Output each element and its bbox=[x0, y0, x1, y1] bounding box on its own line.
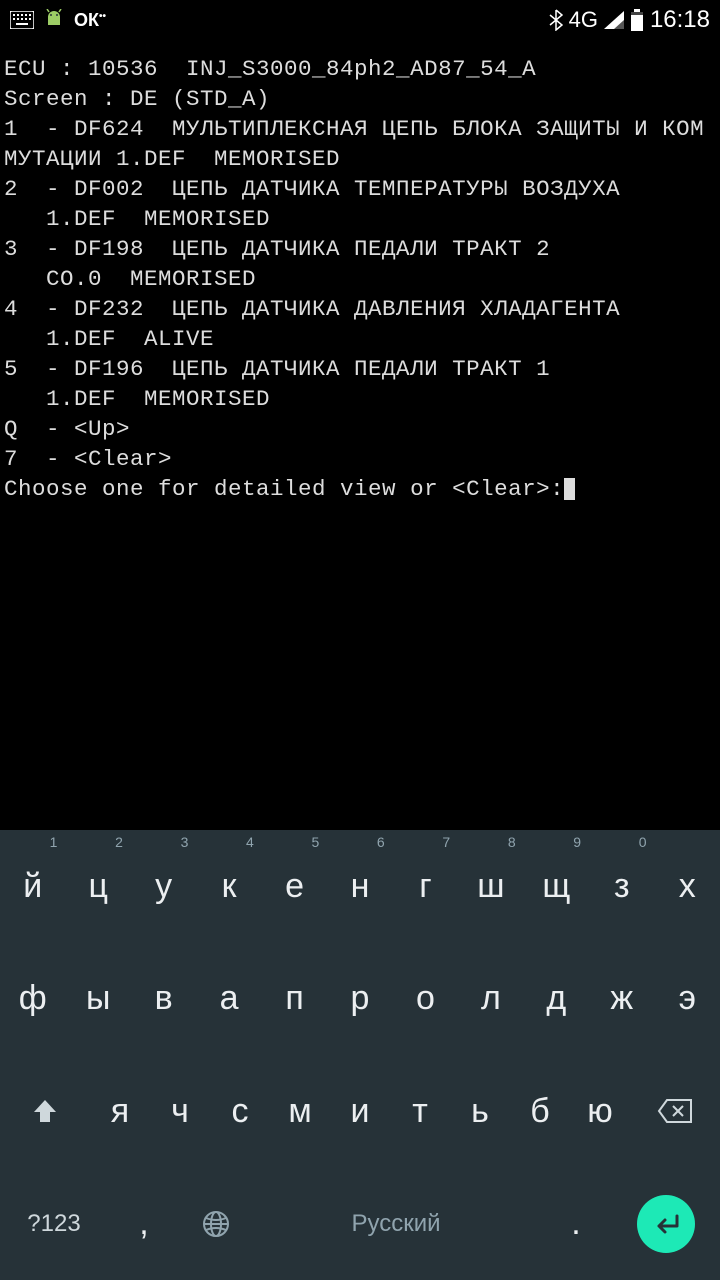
soft-keyboard: й1ц2у3к4е5н6г7ш8щ9з0х фывапролджэ ячсмит… bbox=[0, 830, 720, 1280]
spacebar-key[interactable]: Русский bbox=[252, 1168, 540, 1280]
key-ю[interactable]: ю bbox=[570, 1055, 630, 1168]
key-д[interactable]: д bbox=[524, 943, 589, 1056]
term-line: Q - <Up> bbox=[4, 416, 130, 442]
symbols-key[interactable]: ?123 bbox=[0, 1168, 108, 1280]
term-line: 2 - DF002 ЦЕПЬ ДАТЧИКА ТЕМПЕРАТУРЫ ВОЗДУ… bbox=[4, 176, 620, 202]
key-с[interactable]: с bbox=[210, 1055, 270, 1168]
status-right: 4G 16:18 bbox=[549, 6, 710, 34]
term-line: ECU : 10536 INJ_S3000_84ph2_AD87_54_A bbox=[4, 56, 536, 82]
term-line: Choose one for detailed view or <Clear>: bbox=[4, 476, 564, 502]
key-б[interactable]: б bbox=[510, 1055, 570, 1168]
term-line: 4 - DF232 ЦЕПЬ ДАТЧИКА ДАВЛЕНИЯ ХЛАДАГЕН… bbox=[4, 296, 620, 322]
key-ш[interactable]: ш8 bbox=[458, 830, 523, 943]
key-л[interactable]: л bbox=[458, 943, 523, 1056]
term-line: 7 - <Clear> bbox=[4, 446, 172, 472]
battery-icon bbox=[630, 9, 644, 31]
key-ь[interactable]: ь bbox=[450, 1055, 510, 1168]
term-line: 1 - DF624 МУЛЬТИПЛЕКСНАЯ ЦЕПЬ БЛОКА ЗАЩИ… bbox=[4, 116, 704, 172]
language-key[interactable] bbox=[180, 1168, 252, 1280]
status-bar: ОК•• 4G 16:18 bbox=[0, 0, 720, 40]
android-notif-icon bbox=[42, 9, 66, 31]
key-у[interactable]: у3 bbox=[131, 830, 196, 943]
key-й[interactable]: й1 bbox=[0, 830, 65, 943]
key-о[interactable]: о bbox=[393, 943, 458, 1056]
key-ы[interactable]: ы bbox=[65, 943, 130, 1056]
key-е[interactable]: е5 bbox=[262, 830, 327, 943]
key-к[interactable]: к4 bbox=[196, 830, 261, 943]
key-н[interactable]: н6 bbox=[327, 830, 392, 943]
term-line: 1.DEF MEMORISED bbox=[4, 386, 270, 412]
backspace-key[interactable] bbox=[630, 1055, 720, 1168]
comma-key[interactable]: , bbox=[108, 1168, 180, 1280]
keyboard-row-3: ячсмитьбю bbox=[0, 1055, 720, 1168]
key-я[interactable]: я bbox=[90, 1055, 150, 1168]
key-г[interactable]: г7 bbox=[393, 830, 458, 943]
term-line: 1.DEF MEMORISED bbox=[4, 206, 270, 232]
term-line: CO.0 MEMORISED bbox=[4, 266, 256, 292]
term-line: Screen : DE (STD_A) bbox=[4, 86, 270, 112]
shift-key[interactable] bbox=[0, 1055, 90, 1168]
status-left: ОК•• bbox=[10, 9, 106, 31]
key-щ[interactable]: щ9 bbox=[524, 830, 589, 943]
network-label: 4G bbox=[569, 7, 598, 33]
key-т[interactable]: т bbox=[390, 1055, 450, 1168]
clock: 16:18 bbox=[650, 6, 710, 34]
term-line: 1.DEF ALIVE bbox=[4, 326, 214, 352]
key-и[interactable]: и bbox=[330, 1055, 390, 1168]
term-line: 5 - DF196 ЦЕПЬ ДАТЧИКА ПЕДАЛИ ТРАКТ 1 bbox=[4, 356, 550, 382]
key-ч[interactable]: ч bbox=[150, 1055, 210, 1168]
terminal-cursor bbox=[564, 478, 575, 500]
key-ф[interactable]: ф bbox=[0, 943, 65, 1056]
keyboard-row-2: фывапролджэ bbox=[0, 943, 720, 1056]
keyboard-row-1: й1ц2у3к4е5н6г7ш8щ9з0х bbox=[0, 830, 720, 943]
key-а[interactable]: а bbox=[196, 943, 261, 1056]
period-key[interactable]: . bbox=[540, 1168, 612, 1280]
key-х[interactable]: х bbox=[655, 830, 720, 943]
key-э[interactable]: э bbox=[655, 943, 720, 1056]
key-ж[interactable]: ж bbox=[589, 943, 654, 1056]
key-п[interactable]: п bbox=[262, 943, 327, 1056]
term-line: 3 - DF198 ЦЕПЬ ДАТЧИКА ПЕДАЛИ ТРАКТ 2 bbox=[4, 236, 550, 262]
bluetooth-icon bbox=[549, 9, 563, 31]
key-р[interactable]: р bbox=[327, 943, 392, 1056]
key-з[interactable]: з0 bbox=[589, 830, 654, 943]
keyboard-row-4: ?123 , Русский . bbox=[0, 1168, 720, 1280]
key-ц[interactable]: ц2 bbox=[65, 830, 130, 943]
keyboard-notif-icon bbox=[10, 11, 34, 29]
key-м[interactable]: м bbox=[270, 1055, 330, 1168]
key-в[interactable]: в bbox=[131, 943, 196, 1056]
signal-icon bbox=[604, 11, 624, 29]
terminal-output[interactable]: ECU : 10536 INJ_S3000_84ph2_AD87_54_A Sc… bbox=[0, 40, 720, 830]
enter-key[interactable] bbox=[612, 1168, 720, 1280]
ok-notif-icon: ОК•• bbox=[74, 10, 106, 31]
